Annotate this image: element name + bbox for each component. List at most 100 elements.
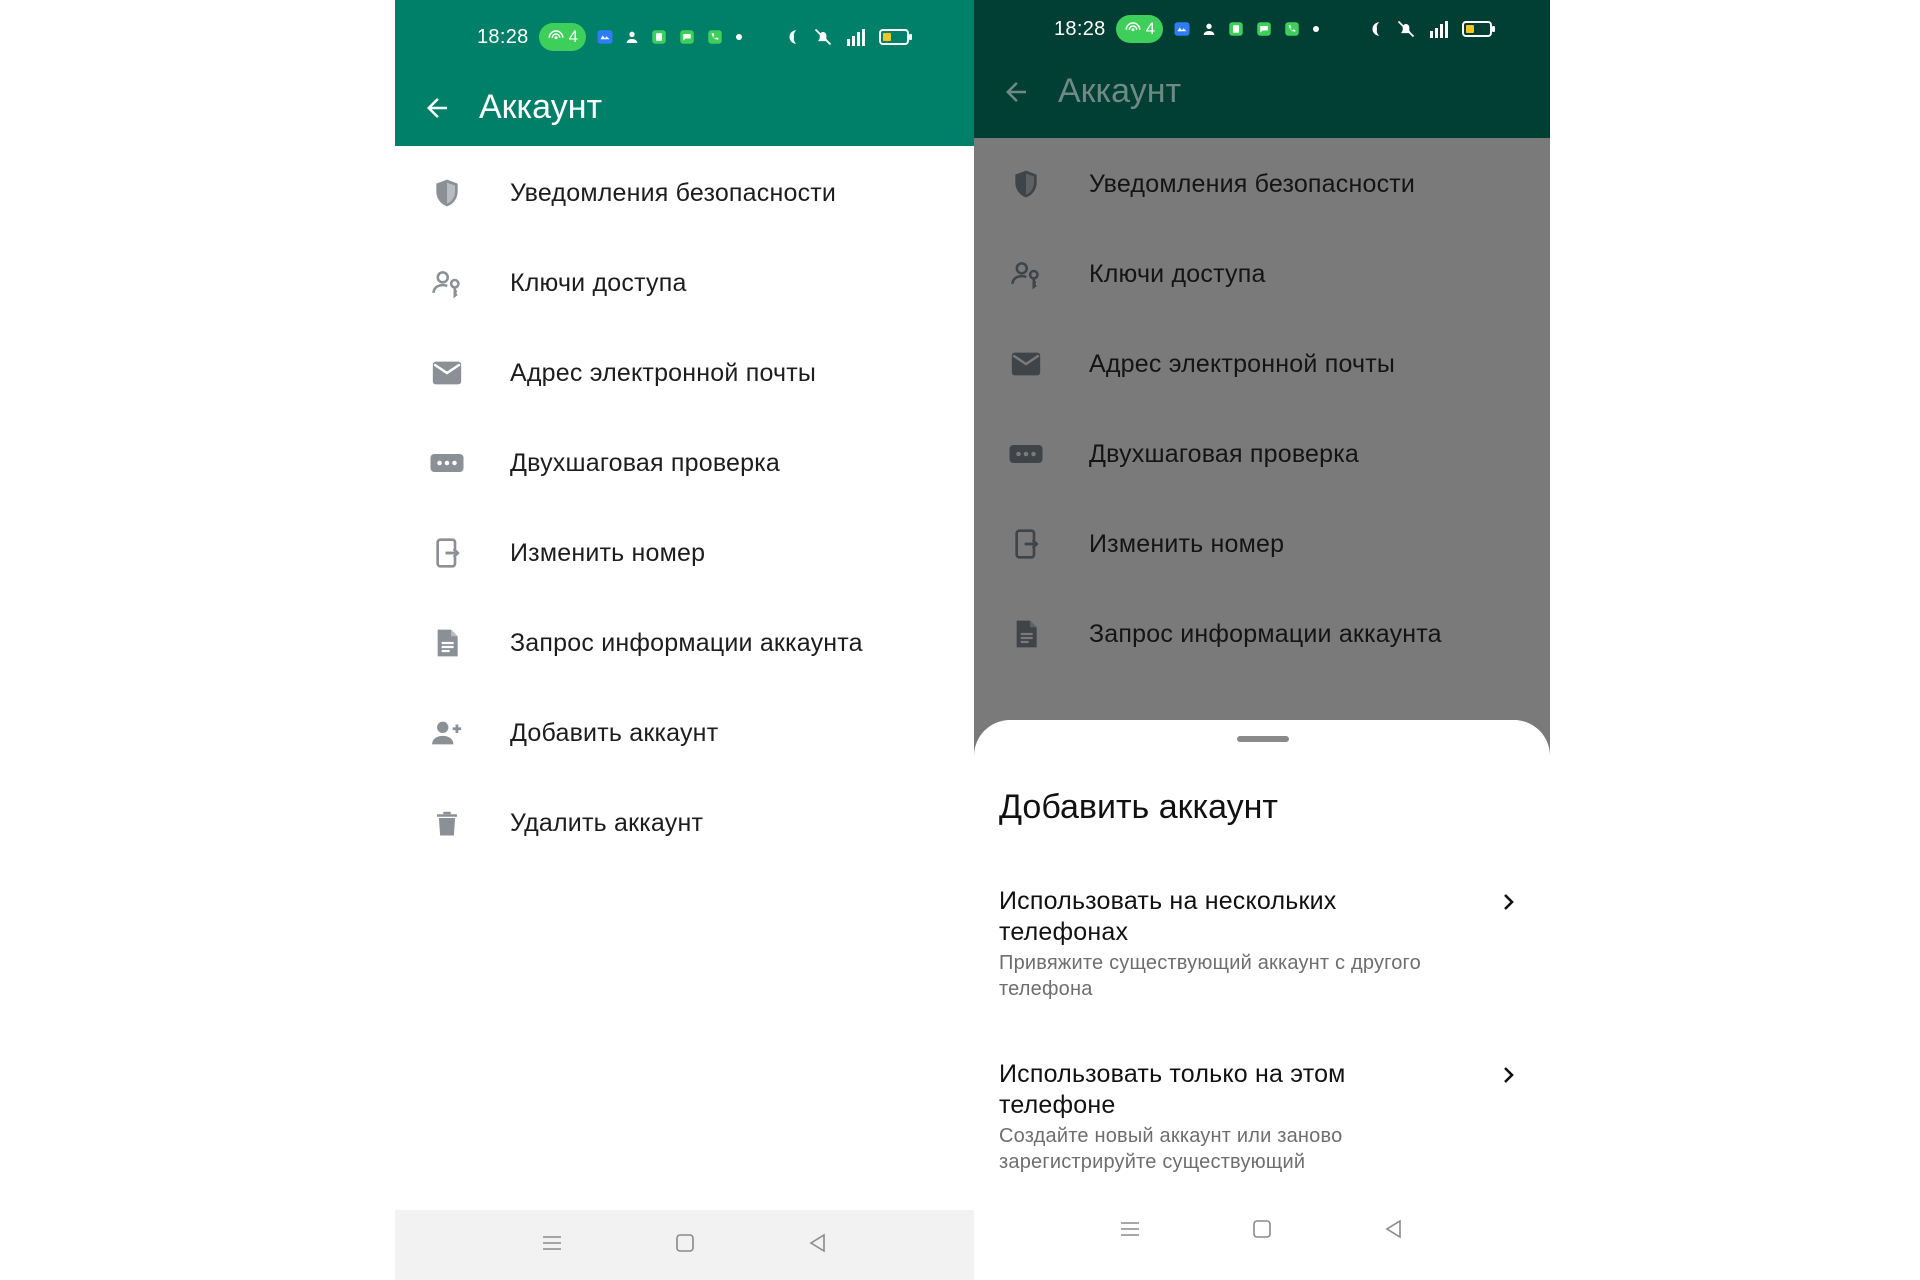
add-person-icon [427,713,467,753]
list-item-label: Добавить аккаунт [510,718,719,747]
shield-icon [1006,164,1046,204]
option-this-phone-only[interactable]: Использовать только на этом телефоне Соз… [999,1059,1520,1175]
list-item-label: Удалить аккаунт [510,808,704,837]
list-item-label: Уведомления безопасности [510,178,837,207]
chevron-right-icon [1504,894,1514,910]
list-item-label: Ключи доступа [1089,259,1266,288]
sheet-drag-handle[interactable] [1237,736,1289,742]
chevron-right-icon [1504,1067,1514,1083]
page-title: Аккаунт [1058,72,1182,110]
hotspot-icon [548,30,564,40]
status-bar: 18:28 4 [974,0,1550,68]
dot-icon [736,34,743,40]
sheet-title: Добавить аккаунт [999,788,1278,826]
option-subtitle: Создайте новый аккаунт или заново зареги… [999,1125,1343,1173]
app-bar: Аккаунт [974,68,1550,138]
phone-screen-add-account-sheet: 18:28 4 Аккаунт Уведомления безопасности… [974,0,1550,1280]
option-subtitle: Привяжите существующий аккаунт с другого… [999,952,1421,1000]
arrow-back-icon [1006,82,1026,102]
change-number-icon [427,533,467,573]
system-back-button[interactable] [1382,1217,1406,1246]
list-item-change-number: Изменить номер [974,499,1550,589]
list-item-two-step[interactable]: Двухшаговая проверка [395,418,974,508]
password-dots-icon [427,443,467,483]
menu-icon [542,1235,561,1250]
battery-icon [879,29,912,45]
add-account-bottom-sheet: Добавить аккаунт Использовать на несколь… [974,720,1550,1280]
phone-call-icon [708,30,722,44]
email-icon [427,353,467,393]
passkey-icon [427,263,467,303]
signal-icon [847,29,865,46]
app-notification-icon [1174,22,1190,36]
list-item-label: Изменить номер [1089,529,1285,558]
list-item-delete-account[interactable]: Удалить аккаунт [395,778,974,868]
system-back-button[interactable] [806,1231,830,1260]
list-item-label: Уведомления безопасности [1089,169,1416,198]
password-dots-icon [1006,434,1046,474]
moon-icon [789,30,797,44]
shield-icon [427,173,467,213]
moon-icon [1372,22,1380,36]
change-number-icon [1006,524,1046,564]
menu-button[interactable] [1118,1217,1142,1246]
mute-icon [814,28,832,46]
home-icon [1253,1219,1271,1238]
battery-icon [1462,21,1495,37]
list-item-email: Адрес электронной почты [974,319,1550,409]
arrow-back-icon [427,98,447,118]
messages-icon [680,30,694,44]
list-item-two-step: Двухшаговая проверка [974,409,1550,499]
list-item-passkeys[interactable]: Ключи доступа [395,238,974,328]
system-nav-bar [974,1196,1550,1266]
dimmed-background[interactable]: 18:28 4 Аккаунт Уведомления безопасности… [974,0,1550,760]
option-multiple-phones[interactable]: Использовать на нескольких телефонах При… [999,886,1520,1002]
list-item-label: Запрос информации аккаунта [510,628,863,657]
document-icon [1006,614,1046,654]
trash-icon [427,803,467,843]
dot-icon [1313,26,1320,32]
back-button[interactable] [994,70,1038,114]
hotspot-count: 4 [1145,19,1156,38]
option-title: Использовать на нескольких телефонах [999,887,1337,946]
list-item-label: Ключи доступа [510,268,687,297]
page-title: Аккаунт [479,88,603,126]
list-item-label: Двухшаговая проверка [1089,439,1360,468]
back-triangle-icon [808,1233,825,1252]
list-item-change-number[interactable]: Изменить номер [395,508,974,598]
messages-icon [1257,22,1271,36]
status-time: 18:28 [1054,17,1106,40]
system-nav-bar [395,1210,974,1280]
mute-icon [1397,20,1415,38]
list-item-request-info[interactable]: Запрос информации аккаунта [395,598,974,688]
option-title: Использовать только на этом телефоне [999,1060,1346,1119]
list-item-label: Адрес электронной почты [510,358,817,387]
hotspot-pill: 4 [1115,15,1164,43]
home-icon [675,1233,694,1252]
app-bar: Аккаунт [395,76,974,146]
list-item-security-notifications[interactable]: Уведомления безопасности [395,148,974,238]
phone-screen-account: 18:28 4 Аккаунт Уведомления безопасности… [395,0,974,1280]
list-item-request-info: Запрос информации аккаунта [974,589,1550,679]
hotspot-count: 4 [568,27,579,46]
hotspot-icon [1125,22,1141,32]
person-icon [626,31,638,43]
list-item-label: Адрес электронной почты [1089,349,1396,378]
home-button[interactable] [673,1231,697,1260]
home-button[interactable] [1250,1217,1274,1246]
signal-icon [1430,21,1448,38]
menu-button[interactable] [540,1231,564,1260]
back-triangle-icon [1385,1219,1401,1238]
list-item-label: Изменить номер [510,538,706,567]
back-button[interactable] [415,86,459,130]
list-item-email[interactable]: Адрес электронной почты [395,328,974,418]
status-bar: 18:28 4 [395,0,974,76]
list-item-label: Запрос информации аккаунта [1089,619,1442,648]
passkey-icon [1006,254,1046,294]
list-item-security-notifications: Уведомления безопасности [974,139,1550,229]
list-item-passkeys: Ключи доступа [974,229,1550,319]
sim-icon [652,30,666,44]
sim-icon [1229,22,1243,36]
list-item-add-account[interactable]: Добавить аккаунт [395,688,974,778]
document-icon [427,623,467,663]
